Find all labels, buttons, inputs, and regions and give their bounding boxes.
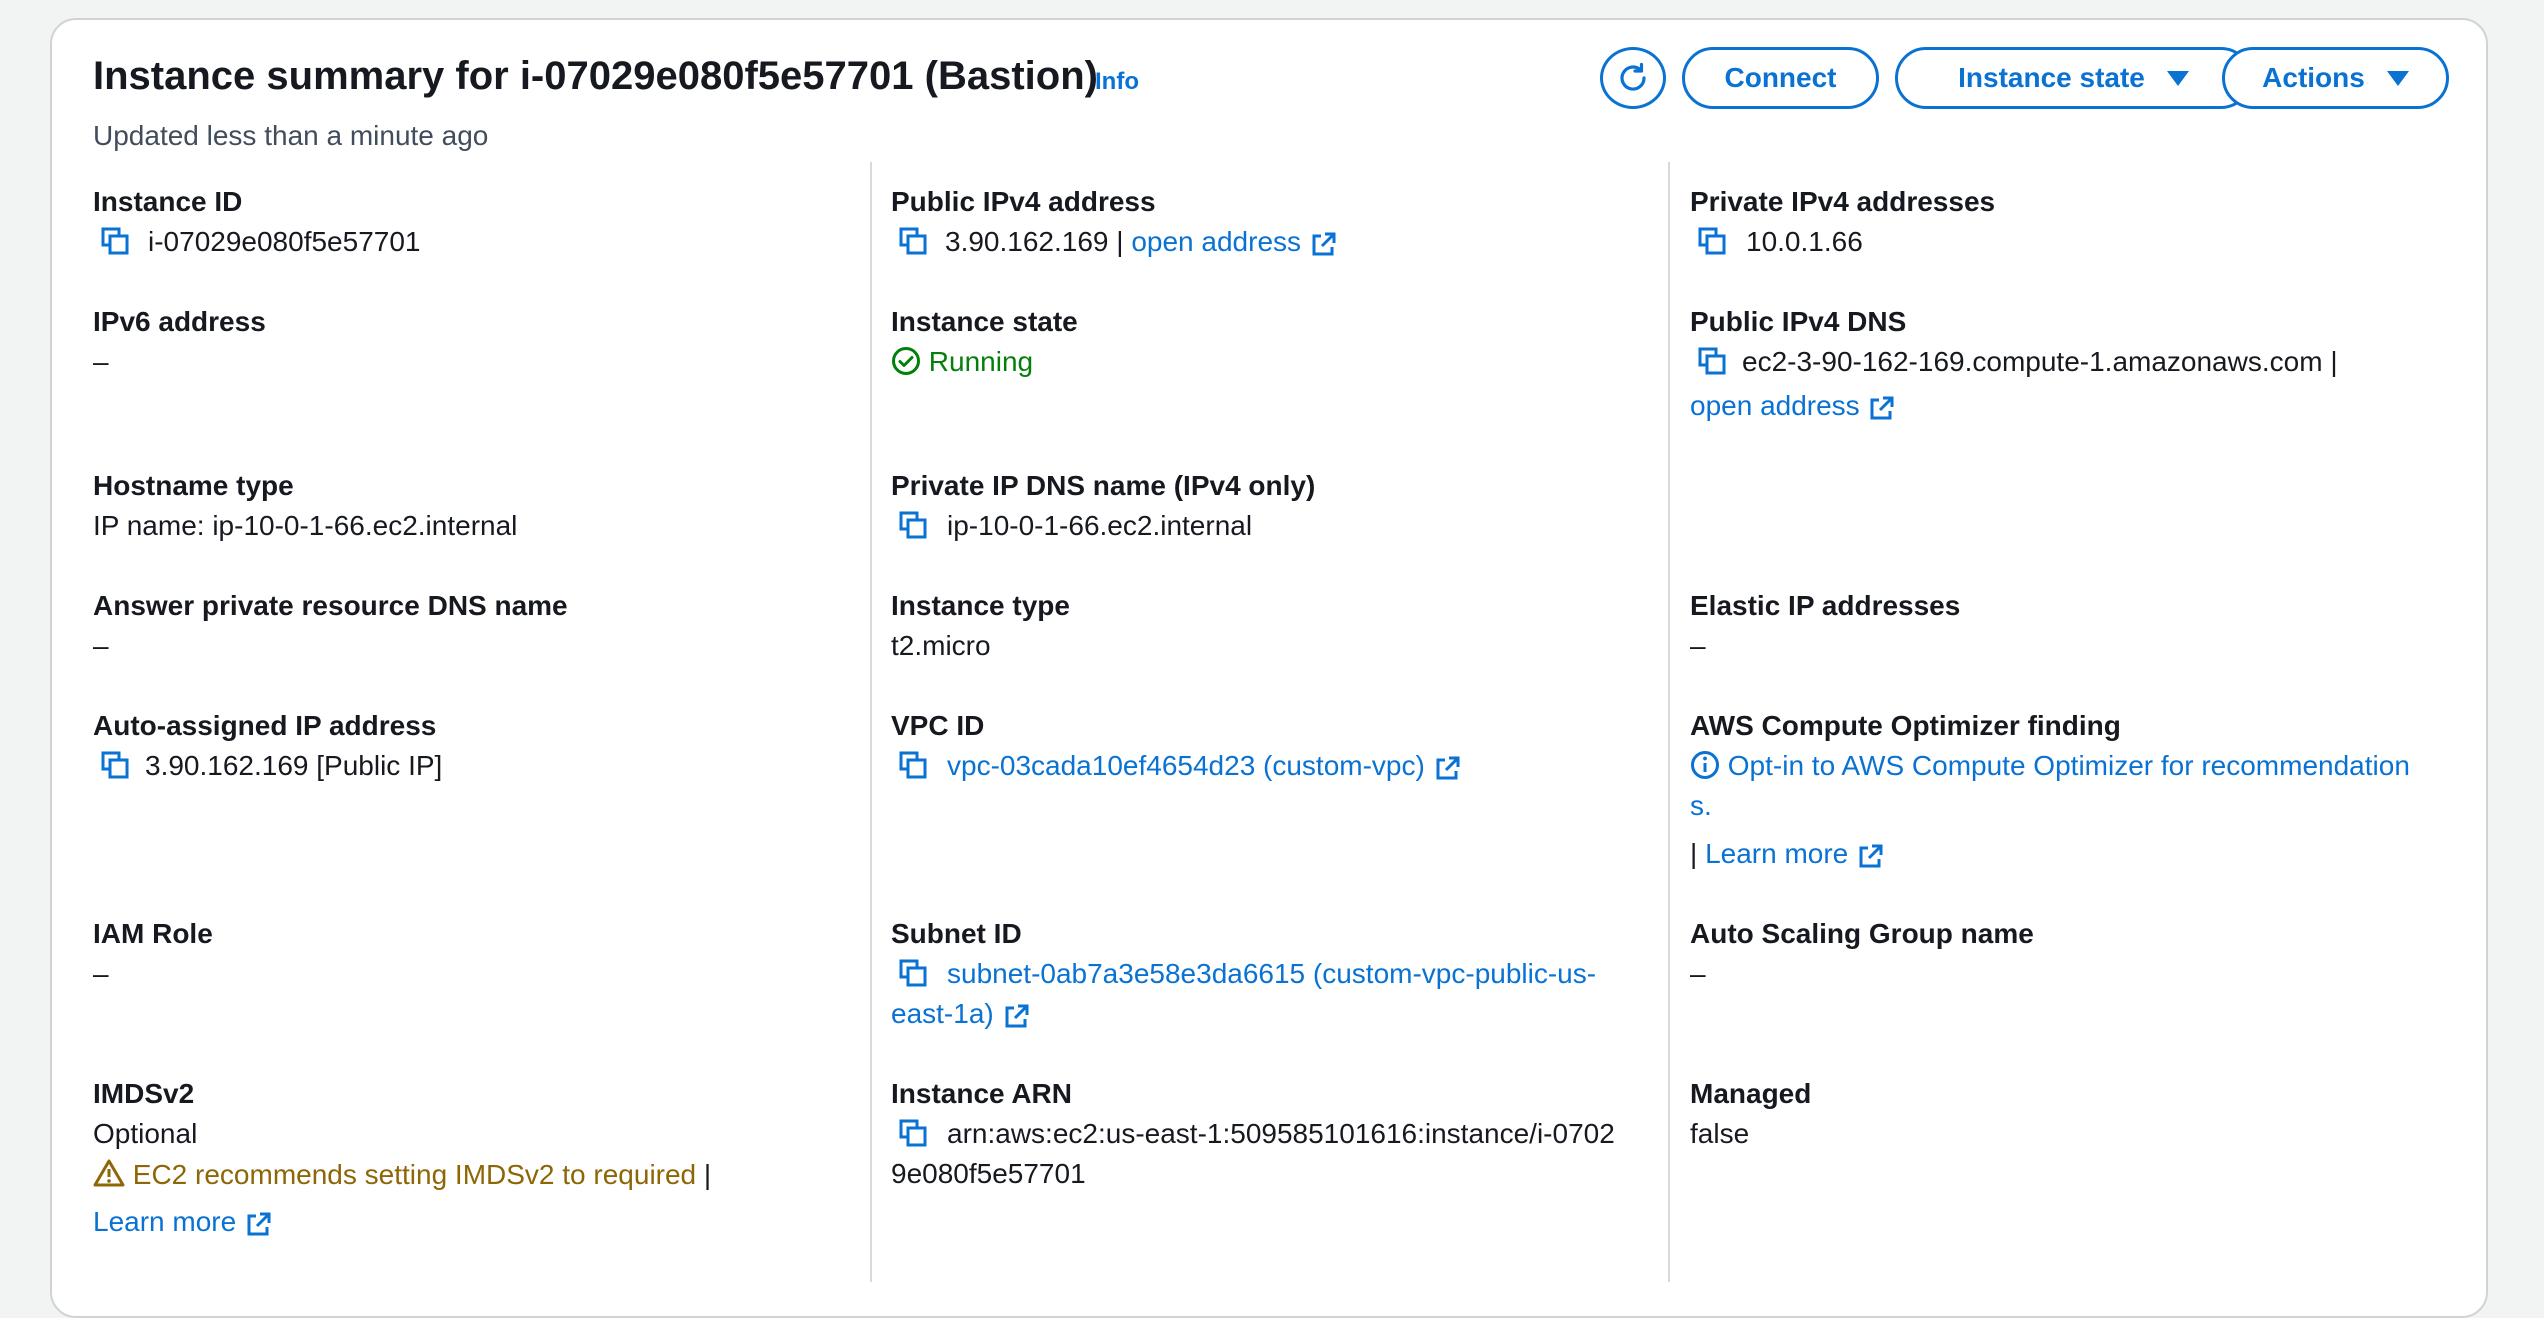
instance-arn-label: Instance ARN [891,1078,1073,1109]
external-link-icon [1867,394,1895,422]
actions-button[interactable]: Actions [2222,47,2449,109]
refresh-button[interactable] [1600,47,1666,109]
external-link-icon [1433,754,1461,782]
elastic-ip-value: – [1690,630,1706,661]
elastic-ip-label: Elastic IP addresses [1690,590,1961,621]
last-updated-text: Updated less than a minute ago [93,120,489,151]
connect-button-label: Connect [1724,62,1837,93]
external-link-icon [244,1210,272,1238]
separator: | [1116,226,1124,257]
copy-icon[interactable] [898,1118,928,1148]
public-dns-open-address-link[interactable]: open address [1690,390,1895,422]
learn-more-text: Learn more [93,1206,237,1237]
optimizer-text-line2[interactable]: s. [1690,790,1712,822]
public-dns-value: ec2-3-90-162-169.compute-1.amazonaws.com [1742,346,2323,377]
subnet-id-value-line1[interactable]: subnet-0ab7a3e58e3da6615 (custom-vpc-pub… [947,958,1596,990]
instance-arn-value-line1: arn:aws:ec2:us-east-1:509585101616:insta… [947,1118,1615,1149]
private-dns-value: ip-10-0-1-66.ec2.internal [947,510,1253,541]
instance-type-value: t2.micro [891,630,991,661]
asg-label: Auto Scaling Group name [1690,918,2034,949]
instance-state-label: Instance state [891,306,1078,337]
optimizer-label: AWS Compute Optimizer finding [1690,710,2121,741]
warning-icon [93,1159,125,1187]
page-title: Instance summary for i-07029e080f5e57701… [93,54,1098,98]
imdsv2-label: IMDSv2 [93,1078,195,1109]
caret-down-icon [2386,70,2409,86]
info-link[interactable]: Info [1095,68,1139,96]
answer-dns-value: – [93,630,109,661]
iam-role-value: – [93,958,109,989]
caret-down-icon [2166,70,2189,86]
instance-id-value: i-07029e080f5e57701 [148,226,421,257]
external-link-icon [1002,1002,1030,1030]
instance-type-label: Instance type [891,590,1070,621]
instance-state-status: Running [891,346,1033,378]
learn-more-link[interactable]: Learn more [1705,838,1848,869]
instance-state-value: Running [928,346,1034,377]
copy-icon[interactable] [100,226,130,256]
hostname-type-label: Hostname type [93,470,294,501]
copy-icon[interactable] [1697,346,1727,376]
public-ipv4-value: 3.90.162.169 [945,226,1109,257]
vpc-id-link[interactable]: vpc-03cada10ef4654d23 (custom-vpc) [947,750,1461,782]
public-dns-row: ec2-3-90-162-169.compute-1.amazonaws.com… [1742,346,2338,378]
column-divider [1668,162,1670,1282]
instance-state-button-label: Instance state [1958,62,2145,93]
copy-icon[interactable] [1697,226,1727,256]
private-dns-label: Private IP DNS name (IPv4 only) [891,470,1316,501]
instance-summary-panel: Instance summary for i-07029e080f5e57701… [50,18,2488,1318]
instance-state-button[interactable]: Instance state [1895,47,2252,109]
private-ipv4-label: Private IPv4 addresses [1690,186,1996,217]
separator: | [703,1159,712,1190]
imdsv2-learn-more-link[interactable]: Learn more [93,1206,272,1238]
public-dns-label: Public IPv4 DNS [1690,306,1907,337]
copy-icon[interactable] [100,750,130,780]
column-divider [870,162,872,1282]
instance-id-label: Instance ID [93,186,243,217]
imdsv2-warning: EC2 recommends setting IMDSv2 to require… [93,1158,711,1191]
public-ipv4-row: 3.90.162.169 | open address [945,226,1337,258]
optimizer-learn-more-row: | Learn more [1690,838,1884,870]
open-address-text: open address [1690,390,1860,421]
external-link-icon[interactable] [1856,842,1884,870]
public-ipv4-label: Public IPv4 address [891,186,1156,217]
open-address-link[interactable]: open address [1131,226,1301,257]
hostname-type-value: IP name: ip-10-0-1-66.ec2.internal [93,510,518,541]
refresh-icon [1620,62,1646,91]
imdsv2-warning-text: EC2 recommends setting IMDSv2 to require… [132,1159,697,1190]
vpc-id-value: vpc-03cada10ef4654d23 (custom-vpc) [947,750,1425,781]
private-ipv4-value: 10.0.1.66 [1746,226,1863,257]
optimizer-text-line1: Opt-in to AWS Compute Optimizer for reco… [1727,750,2410,781]
ipv6-label: IPv6 address [93,306,266,337]
separator: | [2330,346,2338,377]
auto-ip-value: 3.90.162.169 [Public IP] [145,750,443,781]
external-link-icon[interactable] [1309,230,1337,258]
iam-role-label: IAM Role [93,918,213,949]
copy-icon[interactable] [898,750,928,780]
copy-icon[interactable] [898,510,928,540]
subnet-id-label: Subnet ID [891,918,1022,949]
instance-arn-value-line2: 9e080f5e57701 [891,1158,1086,1189]
copy-icon[interactable] [898,958,928,988]
info-circle-icon [1691,751,1719,779]
optimizer-link[interactable]: Opt-in to AWS Compute Optimizer for reco… [1690,750,2410,782]
subnet-id-value-line2: east-1a) [891,998,994,1029]
copy-icon[interactable] [898,226,928,256]
vpc-id-label: VPC ID [891,710,985,741]
managed-label: Managed [1690,1078,1812,1109]
separator: | [1690,838,1698,869]
connect-button[interactable]: Connect [1682,47,1879,109]
ipv6-value: – [93,346,109,377]
asg-value: – [1690,958,1706,989]
subnet-id-link-line2[interactable]: east-1a) [891,998,1030,1030]
auto-ip-label: Auto-assigned IP address [93,710,437,741]
managed-value: false [1690,1118,1750,1149]
check-circle-icon [892,347,920,375]
answer-dns-label: Answer private resource DNS name [93,590,568,621]
actions-button-label: Actions [2262,62,2365,93]
imdsv2-value: Optional [93,1118,198,1149]
